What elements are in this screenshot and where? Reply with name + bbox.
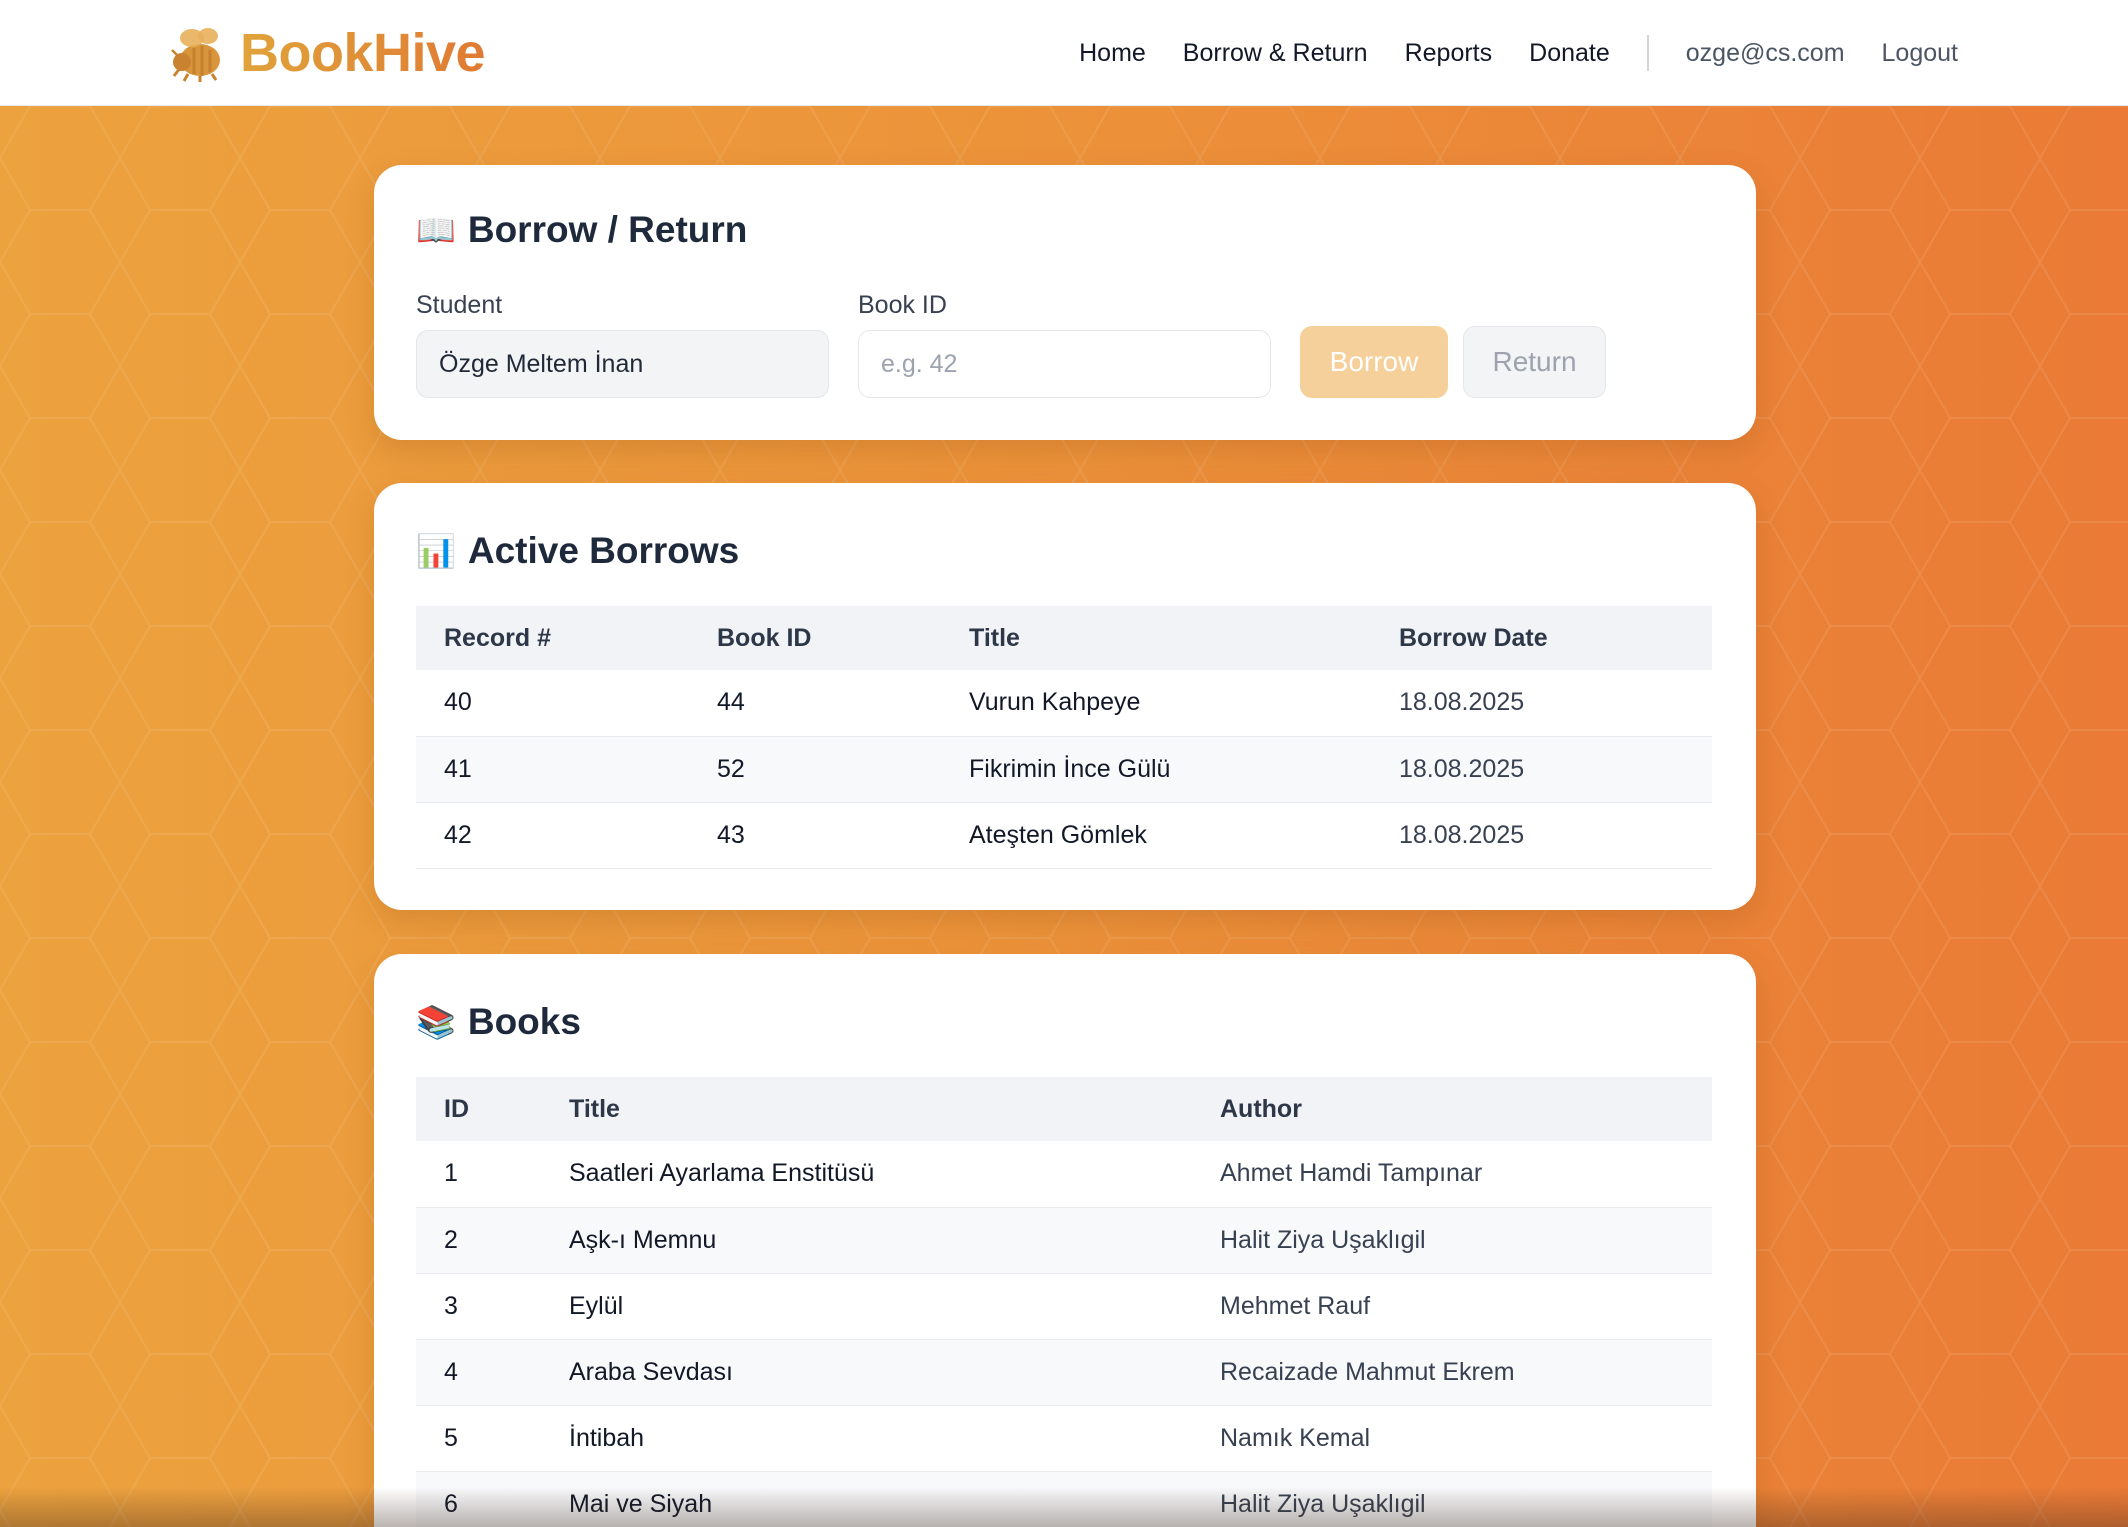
active-borrows-title-text: Active Borrows — [467, 530, 740, 571]
id-cell: 2 — [416, 1207, 541, 1274]
book-id-cell: 52 — [689, 736, 941, 803]
record-cell: 42 — [416, 802, 689, 869]
title-cell: Vurun Kahpeye — [941, 670, 1371, 737]
title-cell: Mai ve Siyah — [541, 1471, 1192, 1527]
active-borrows-card: 📊 Active Borrows Record # Book ID Title … — [374, 483, 1756, 910]
borrow-return-title: 📖 Borrow / Return — [416, 209, 747, 251]
column-header[interactable]: Author — [1192, 1077, 1712, 1141]
borrow-return-card: 📖 Borrow / Return Student Book ID Borrow… — [374, 165, 1756, 440]
nav-user-email[interactable]: ozge@cs.com — [1686, 39, 1845, 68]
table-row[interactable]: 40 44 Vurun Kahpeye 18.08.2025 — [416, 670, 1712, 737]
open-book-icon: 📖 — [416, 212, 456, 248]
table-row[interactable]: 6 Mai ve Siyah Halit Ziya Uşaklıgil — [416, 1471, 1712, 1527]
brand-name: BookHive — [240, 23, 486, 83]
return-button[interactable]: Return — [1463, 326, 1606, 398]
table-header-row: Record # Book ID Title Borrow Date — [416, 606, 1712, 670]
books-title-text: Books — [467, 1001, 581, 1042]
id-cell: 6 — [416, 1471, 541, 1527]
table-row[interactable]: 41 52 Fikrimin İnce Gülü 18.08.2025 — [416, 736, 1712, 803]
author-cell: Namık Kemal — [1192, 1405, 1712, 1472]
author-cell: Halit Ziya Uşaklıgil — [1192, 1471, 1712, 1527]
title-cell: Aşk-ı Memnu — [541, 1207, 1192, 1274]
table-row[interactable]: 2 Aşk-ı Memnu Halit Ziya Uşaklıgil — [416, 1207, 1712, 1274]
title-cell: Eylül — [541, 1273, 1192, 1340]
date-cell: 18.08.2025 — [1371, 670, 1712, 737]
table-row[interactable]: 3 Eylül Mehmet Rauf — [416, 1273, 1712, 1340]
nav-borrow-return[interactable]: Borrow & Return — [1183, 39, 1368, 68]
title-cell: Araba Sevdası — [541, 1339, 1192, 1406]
book-id-cell: 43 — [689, 802, 941, 869]
borrow-return-title-text: Borrow / Return — [467, 209, 748, 250]
books-card: 📚 Books ID Title Author 1 Saatleri Ayarl… — [374, 954, 1756, 1527]
column-header[interactable]: Title — [541, 1077, 1192, 1141]
column-header[interactable]: Record # — [416, 606, 689, 670]
column-header[interactable]: Book ID — [689, 606, 941, 670]
book-id-cell: 44 — [689, 670, 941, 737]
brand-logo[interactable]: BookHive — [170, 18, 486, 88]
student-field[interactable] — [416, 330, 829, 398]
bee-icon — [170, 24, 226, 82]
main-nav: Home Borrow & Return Reports Donate ozge… — [1042, 0, 1958, 106]
author-cell: Mehmet Rauf — [1192, 1273, 1712, 1340]
student-label: Student — [416, 291, 503, 319]
date-cell: 18.08.2025 — [1371, 736, 1712, 803]
nav-divider — [1646, 35, 1649, 71]
table-row[interactable]: 42 43 Ateşten Gömlek 18.08.2025 — [416, 802, 1712, 869]
books-title: 📚 Books — [416, 1001, 581, 1043]
record-cell: 40 — [416, 670, 689, 737]
table-row[interactable]: 5 İntibah Namık Kemal — [416, 1405, 1712, 1472]
book-id-input[interactable] — [858, 330, 1271, 398]
date-cell: 18.08.2025 — [1371, 802, 1712, 869]
active-borrows-title: 📊 Active Borrows — [416, 530, 739, 572]
record-cell: 41 — [416, 736, 689, 803]
books-stack-icon: 📚 — [416, 1004, 456, 1040]
table-row[interactable]: 1 Saatleri Ayarlama Enstitüsü Ahmet Hamd… — [416, 1141, 1712, 1208]
title-cell: İntibah — [541, 1405, 1192, 1472]
id-cell: 1 — [416, 1141, 541, 1208]
column-header[interactable]: Borrow Date — [1371, 606, 1712, 670]
top-navbar: BookHive Home Borrow & Return Reports Do… — [0, 0, 2128, 106]
title-cell: Ateşten Gömlek — [941, 802, 1371, 869]
active-borrows-table: Record # Book ID Title Borrow Date 40 44… — [416, 606, 1712, 869]
column-header[interactable]: ID — [416, 1077, 541, 1141]
book-id-label: Book ID — [858, 291, 947, 319]
author-cell: Ahmet Hamdi Tampınar — [1192, 1141, 1712, 1208]
title-cell: Saatleri Ayarlama Enstitüsü — [541, 1141, 1192, 1208]
bar-chart-icon: 📊 — [416, 533, 456, 569]
author-cell: Recaizade Mahmut Ekrem — [1192, 1339, 1712, 1406]
column-header[interactable]: Title — [941, 606, 1371, 670]
id-cell: 4 — [416, 1339, 541, 1406]
table-row[interactable]: 4 Araba Sevdası Recaizade Mahmut Ekrem — [416, 1339, 1712, 1406]
id-cell: 5 — [416, 1405, 541, 1472]
nav-logout[interactable]: Logout — [1882, 39, 1958, 68]
title-cell: Fikrimin İnce Gülü — [941, 736, 1371, 803]
nav-donate[interactable]: Donate — [1529, 39, 1610, 68]
books-table: ID Title Author 1 Saatleri Ayarlama Enst… — [416, 1077, 1712, 1527]
author-cell: Halit Ziya Uşaklıgil — [1192, 1207, 1712, 1274]
borrow-button[interactable]: Borrow — [1300, 326, 1448, 398]
nav-reports[interactable]: Reports — [1405, 39, 1493, 68]
table-header-row: ID Title Author — [416, 1077, 1712, 1141]
nav-home[interactable]: Home — [1079, 39, 1146, 68]
id-cell: 3 — [416, 1273, 541, 1340]
